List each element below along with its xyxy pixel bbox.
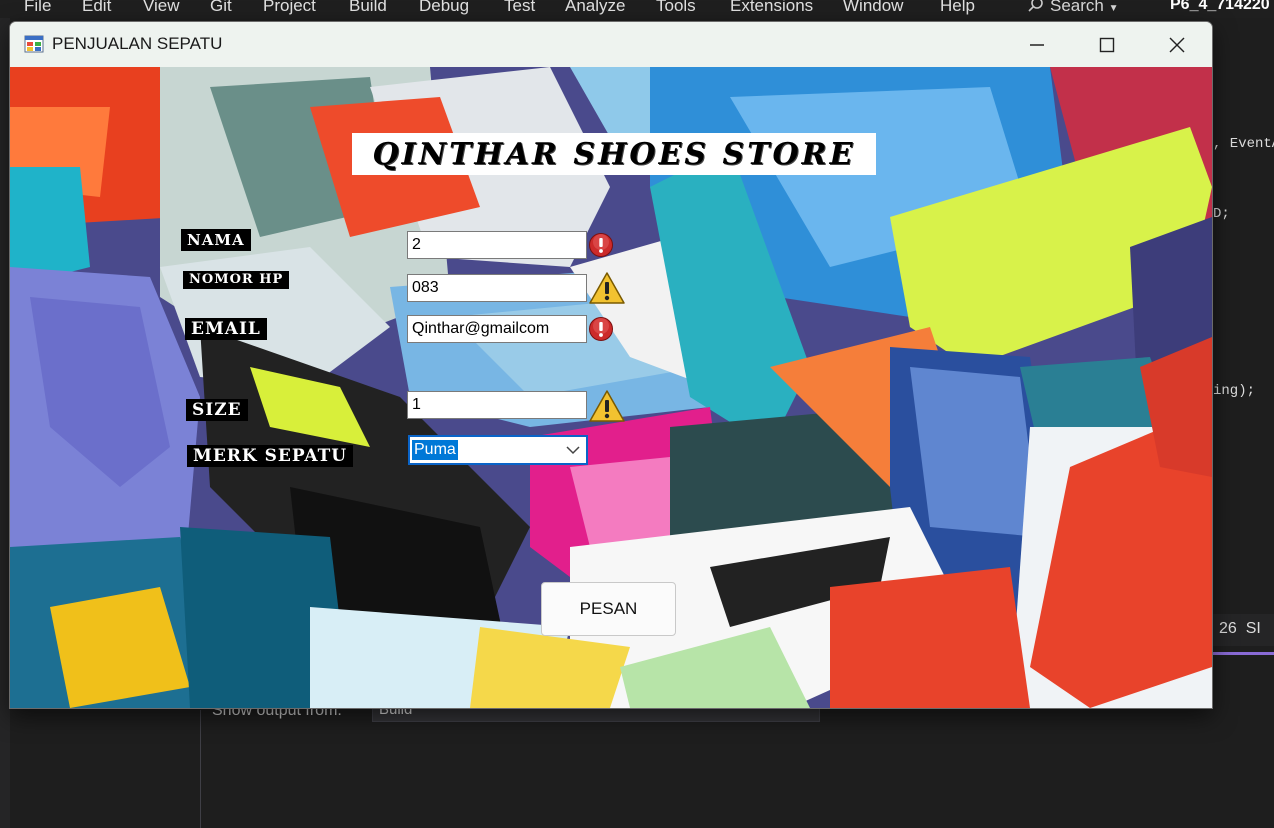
ide-menu-help[interactable]: Help (940, 0, 975, 16)
ide-accent-line (1213, 652, 1274, 655)
ide-menu-file[interactable]: File (24, 0, 51, 16)
close-button[interactable] (1142, 22, 1212, 67)
form-window: PENJUALAN SEPATU QINTHAR SHOES STORE NAM… (10, 22, 1212, 708)
warning-icon (589, 272, 625, 304)
error-icon (589, 317, 613, 341)
ide-menu-view[interactable]: View (143, 0, 180, 16)
ide-menu-tools[interactable]: Tools (656, 0, 696, 16)
ide-menu-git[interactable]: Git (210, 0, 232, 16)
error-icon (589, 233, 613, 257)
ide-menu-debug[interactable]: Debug (419, 0, 469, 16)
ide-menu-build[interactable]: Build (349, 0, 387, 16)
warning-icon (589, 390, 625, 422)
label-nomor-hp: NOMOR HP (183, 271, 290, 289)
chevron-down-icon: ▼ (1108, 3, 1119, 14)
chevron-down-icon (566, 446, 580, 455)
ide-project-name: P6_4_714220 (1170, 0, 1270, 13)
ide-search-label: Search (1050, 0, 1104, 15)
ide-code-line: , EventA (1213, 136, 1274, 152)
form-client-area: QINTHAR SHOES STORE NAMA NOMOR HP EMAIL … (10, 67, 1212, 708)
maximize-icon (1099, 37, 1115, 52)
ide-left-strip (0, 18, 10, 828)
ide-code-line: ing); (1213, 383, 1256, 399)
email-input[interactable] (407, 315, 587, 343)
ide-code-line: D; (1213, 206, 1230, 222)
merk-sepatu-dropdown[interactable]: Puma (408, 435, 588, 465)
close-icon (1169, 37, 1185, 52)
store-title: QINTHAR SHOES STORE (352, 133, 876, 175)
title-bar[interactable]: PENJUALAN SEPATU (10, 22, 1212, 67)
ide-menu-test[interactable]: Test (504, 0, 535, 16)
merk-sepatu-selected: Puma (412, 440, 458, 460)
minimize-button[interactable] (1002, 22, 1072, 67)
app-form-icon (24, 35, 44, 53)
ide-divider (200, 710, 201, 828)
ide-menu-analyze[interactable]: Analyze (565, 0, 625, 16)
ide-menu-window[interactable]: Window (843, 0, 903, 16)
ide-tab-strip[interactable]: 26 SI (1213, 614, 1274, 646)
maximize-button[interactable] (1072, 22, 1142, 67)
label-email: EMAIL (185, 318, 267, 340)
pesan-button[interactable]: PESAN (541, 582, 676, 636)
nomor-hp-input[interactable] (407, 274, 587, 302)
ide-code-editor[interactable]: , EventA D; ing); (1213, 18, 1274, 718)
ide-menu-extensions[interactable]: Extensions (730, 0, 813, 16)
size-input[interactable] (407, 391, 587, 419)
label-merk-sepatu: MERK SEPATU (187, 445, 354, 467)
label-size: SIZE (186, 399, 248, 421)
ide-tab-fragment: 26 SI (1219, 620, 1261, 637)
ide-menubar: File Edit View Git Project Build Debug T… (0, 0, 1274, 18)
ide-menu-project[interactable]: Project (263, 0, 316, 16)
search-icon (1028, 0, 1043, 12)
ide-menu-edit[interactable]: Edit (82, 0, 111, 16)
label-nama: NAMA (181, 229, 251, 251)
nama-input[interactable] (407, 231, 587, 259)
minimize-icon (1030, 43, 1044, 46)
window-title: PENJUALAN SEPATU (52, 34, 223, 53)
ide-search-box[interactable]: Search ▼ (1028, 0, 1119, 16)
